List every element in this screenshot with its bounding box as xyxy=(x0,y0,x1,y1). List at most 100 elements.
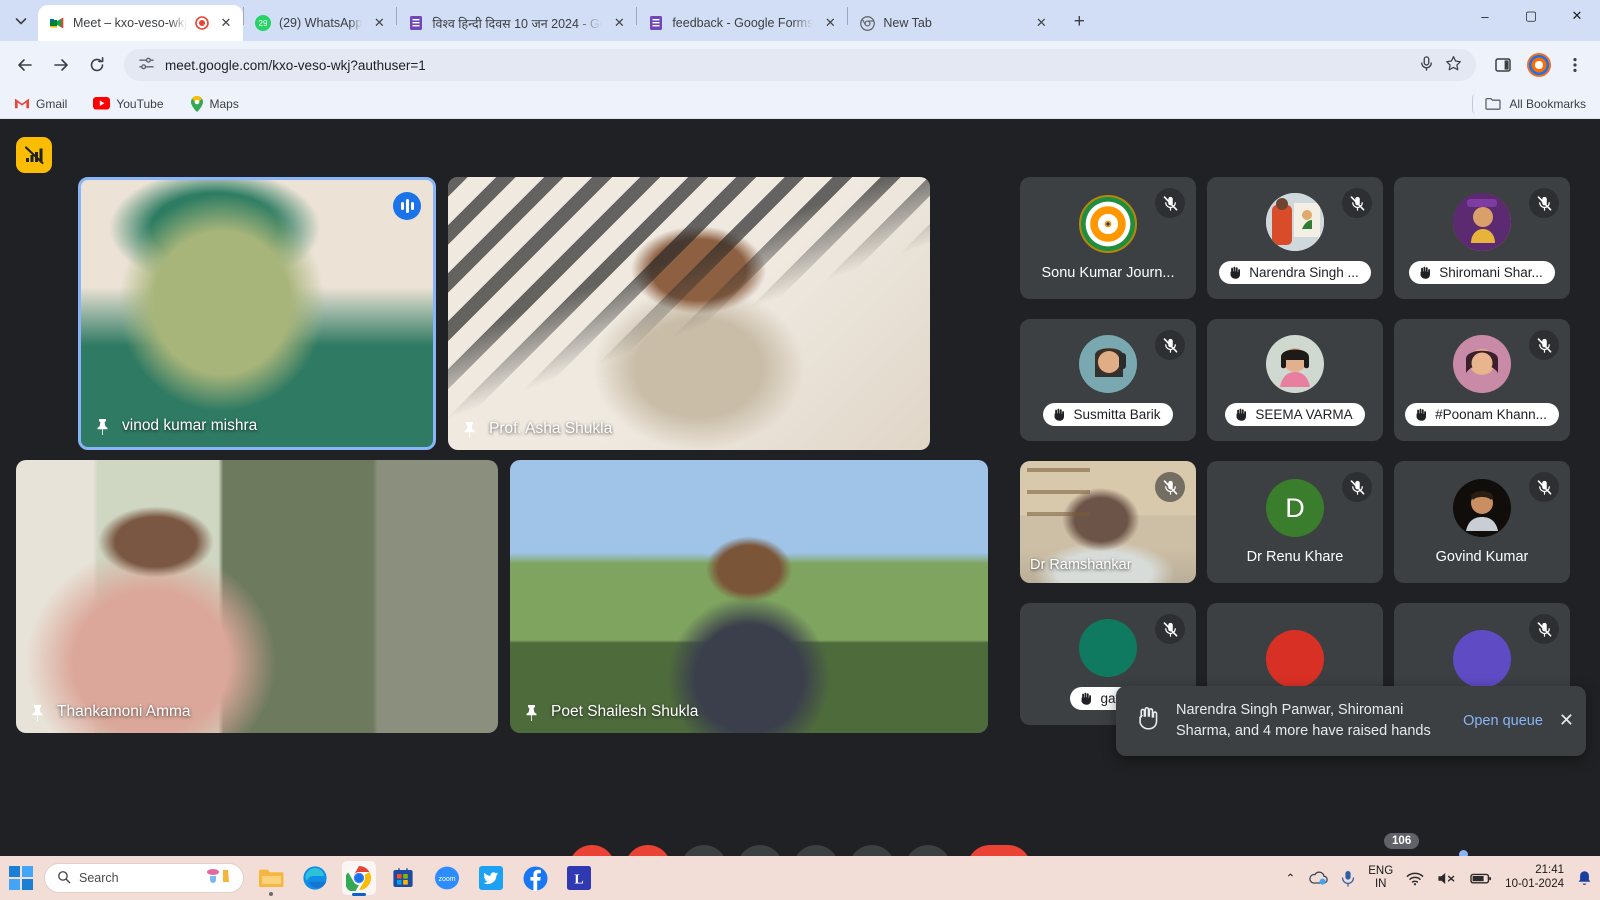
profile-avatar[interactable] xyxy=(1527,53,1551,77)
show-hidden-icons-chevron[interactable]: ⌃ xyxy=(1286,871,1296,885)
tab-close-button[interactable]: ✕ xyxy=(821,14,839,32)
participant-name-overlay: vinod kumar mishra xyxy=(95,417,257,435)
participant-name-pill: SEEMA VARMA xyxy=(1225,402,1365,426)
bell-icon[interactable] xyxy=(1577,870,1592,887)
google-maps-icon xyxy=(190,95,203,112)
avatar xyxy=(1266,630,1324,688)
tab-meet[interactable]: Meet – kxo-veso-wkj ✕ xyxy=(38,5,243,41)
side-panel-icon[interactable] xyxy=(1486,48,1520,82)
raised-hand-icon xyxy=(1236,408,1247,421)
windows-start-icon[interactable] xyxy=(8,865,34,891)
battery-icon[interactable] xyxy=(1470,872,1492,885)
taskbar-clock[interactable]: 21:41 10-01-2024 xyxy=(1505,864,1564,892)
tab-close-button[interactable]: ✕ xyxy=(610,14,628,32)
tune-icon[interactable] xyxy=(138,55,155,75)
tab-title: (29) WhatsApp xyxy=(278,16,363,30)
recording-indicator-icon xyxy=(195,16,209,30)
taskbar-app-zoom[interactable]: zoom xyxy=(430,861,464,895)
tab-close-button[interactable]: ✕ xyxy=(1032,14,1050,32)
tab-search-button[interactable] xyxy=(4,4,38,38)
video-tile-poet-shailesh-shukla[interactable]: Poet Shailesh Shukla xyxy=(510,460,988,733)
tab-feedback-forms[interactable]: feedback - Google Forms ✕ xyxy=(637,5,847,41)
taskbar-app-l-app[interactable]: L xyxy=(562,861,596,895)
tab-close-button[interactable]: ✕ xyxy=(370,14,388,32)
participant-tile-dr-renu-khare[interactable]: D Dr Renu Khare xyxy=(1207,461,1383,583)
back-button[interactable] xyxy=(8,48,42,82)
avatar xyxy=(1266,192,1324,251)
mic-muted-icon xyxy=(1529,330,1559,360)
taskbar-app-microsoft-store[interactable] xyxy=(386,861,420,895)
tab-strip: Meet – kxo-veso-wkj ✕ 29 (29) WhatsApp ✕… xyxy=(0,0,1600,41)
language-indicator[interactable]: ENG IN xyxy=(1368,865,1393,891)
microphone-icon[interactable] xyxy=(1418,55,1435,75)
close-icon[interactable]: ✕ xyxy=(1559,708,1574,734)
minimize-button[interactable]: – xyxy=(1462,0,1508,32)
folder-icon xyxy=(1485,97,1501,110)
video-stage: vinod kumar mishra Prof. Asha Shukla Tha… xyxy=(0,119,1600,836)
bookmark-gmail[interactable]: Gmail xyxy=(10,94,71,114)
open-queue-button[interactable]: Open queue xyxy=(1463,713,1543,729)
svg-text:L: L xyxy=(574,872,583,887)
star-icon[interactable] xyxy=(1445,55,1462,75)
taskbar-app-google-chrome[interactable] xyxy=(342,861,376,896)
svg-text:zoom: zoom xyxy=(438,876,455,883)
profile-button[interactable] xyxy=(1522,48,1556,82)
bookmark-maps[interactable]: Maps xyxy=(186,93,243,115)
close-window-button[interactable]: ✕ xyxy=(1554,0,1600,32)
tab-close-button[interactable]: ✕ xyxy=(217,14,235,32)
avatar xyxy=(1453,630,1511,688)
video-tile-prof-asha-shukla[interactable]: Prof. Asha Shukla xyxy=(448,177,930,450)
participant-tile-susmitta-barik[interactable]: Susmitta Barik xyxy=(1020,319,1196,441)
participant-tile-sonu-kumar[interactable]: Sonu Kumar Journ... xyxy=(1020,177,1196,299)
participant-name-pill: Susmitta Barik xyxy=(1043,402,1173,426)
window-controls: – ▢ ✕ xyxy=(1462,0,1600,41)
microphone-icon[interactable] xyxy=(1341,870,1355,887)
browser-window: Meet – kxo-veso-wkj ✕ 29 (29) WhatsApp ✕… xyxy=(0,0,1600,900)
reload-button[interactable] xyxy=(80,48,114,82)
video-tile-vinod-kumar-mishra[interactable]: vinod kumar mishra xyxy=(78,177,436,450)
tab-new-tab[interactable]: New Tab ✕ xyxy=(848,5,1058,41)
wifi-icon[interactable] xyxy=(1406,871,1424,886)
new-tab-button[interactable]: + xyxy=(1064,7,1094,37)
participant-tile-narendra-singh[interactable]: Narendra Singh ... xyxy=(1207,177,1383,299)
volume-muted-icon[interactable] xyxy=(1437,871,1457,886)
participant-name: Poet Shailesh Shukla xyxy=(551,703,699,720)
participant-tile-govind-kumar[interactable]: Govind Kumar xyxy=(1394,461,1570,583)
maximize-button[interactable]: ▢ xyxy=(1508,0,1554,32)
running-indicator xyxy=(352,893,366,896)
mic-muted-icon xyxy=(1342,188,1372,218)
taskbar-app-file-explorer[interactable] xyxy=(254,861,288,896)
mic-muted-icon xyxy=(1155,188,1185,218)
bookmark-youtube[interactable]: YouTube xyxy=(89,94,167,114)
participant-tile-seema-varma[interactable]: SEEMA VARMA xyxy=(1207,319,1383,441)
taskbar-app-facebook[interactable] xyxy=(518,861,552,895)
taskbar-app-twitter[interactable] xyxy=(474,861,508,895)
participant-name-pill: #Poonam Khann... xyxy=(1405,402,1559,426)
three-dot-menu-icon[interactable] xyxy=(1558,48,1592,82)
avatar xyxy=(1079,334,1137,393)
participant-tile-shiromani-sharma[interactable]: Shiromani Shar... xyxy=(1394,177,1570,299)
forward-button[interactable] xyxy=(44,48,78,82)
onedrive-icon[interactable] xyxy=(1308,871,1328,885)
video-tile-thankamoni-amma[interactable]: Thankamoni Amma xyxy=(16,460,498,733)
tab-whatsapp[interactable]: 29 (29) WhatsApp ✕ xyxy=(244,5,396,41)
raised-hand-icon xyxy=(1134,705,1160,736)
participant-name: Narendra Singh ... xyxy=(1249,264,1359,280)
raised-hand-icon xyxy=(1416,408,1427,421)
participant-name: Sonu Kumar Journ... xyxy=(1041,265,1175,281)
audio-level-indicator xyxy=(393,192,421,220)
all-bookmarks-button[interactable]: All Bookmarks xyxy=(1472,93,1590,114)
mic-muted-icon xyxy=(1155,614,1185,644)
participant-tile-dr-ramshankar[interactable]: Dr Ramshankar xyxy=(1020,461,1196,583)
bookmark-label: YouTube xyxy=(116,96,164,111)
address-bar[interactable]: meet.google.com/kxo-veso-wkj?authuser=1 xyxy=(124,49,1476,81)
tab-title: विश्व हिन्दी दिवस 10 जन 2024 - Go xyxy=(432,16,603,31)
poor-network-icon[interactable] xyxy=(16,137,52,173)
tab-vishwa-hindi-diwas[interactable]: विश्व हिन्दी दिवस 10 जन 2024 - Go ✕ xyxy=(397,5,636,41)
participant-tile-poonam-khanna[interactable]: #Poonam Khann... xyxy=(1394,319,1570,441)
all-bookmarks-label: All Bookmarks xyxy=(1509,96,1586,111)
pin-icon xyxy=(32,704,43,721)
mic-muted-icon xyxy=(1155,472,1185,502)
taskbar-app-microsoft-edge[interactable] xyxy=(298,861,332,895)
search-input[interactable]: Search xyxy=(44,863,244,893)
